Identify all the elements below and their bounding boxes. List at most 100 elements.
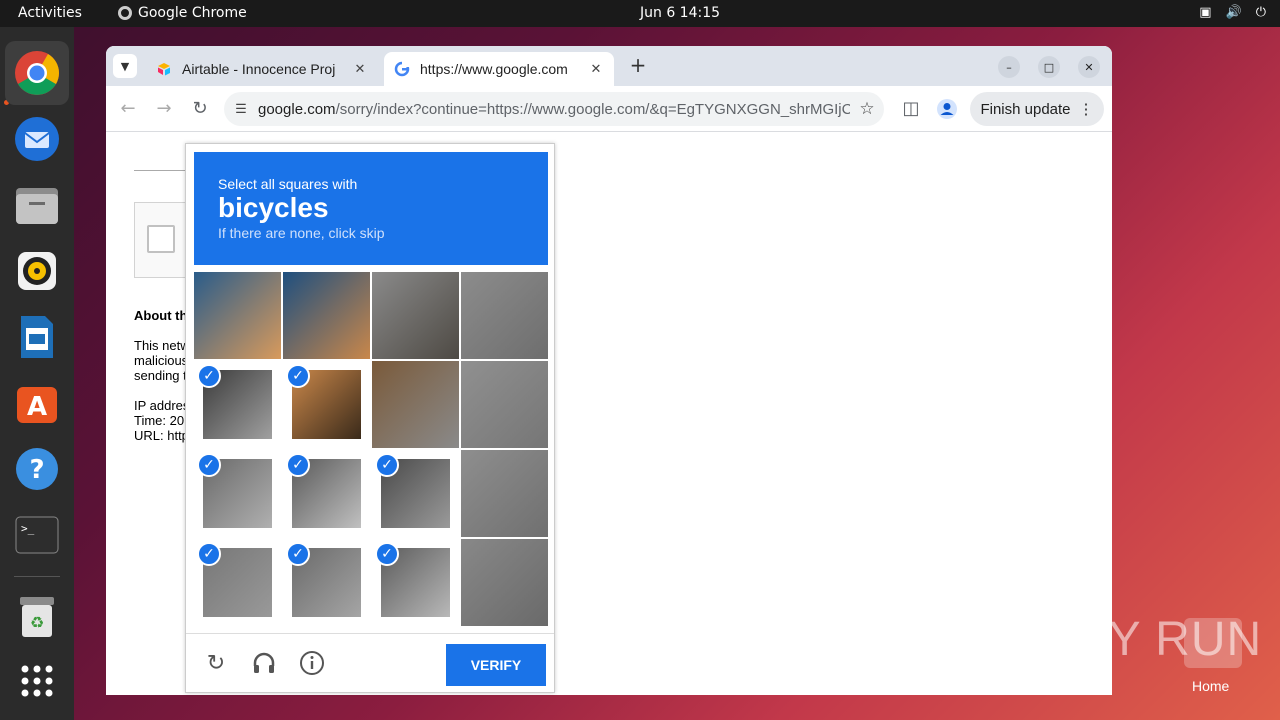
- captcha-grid: ✓ ✓ ✓ ✓ ✓ ✓ ✓ ✓: [194, 272, 548, 626]
- para-line: This netw: [134, 338, 186, 353]
- tile-image: [372, 361, 459, 448]
- maximize-button[interactable]: □: [1038, 56, 1060, 78]
- app-menu[interactable]: Google Chrome: [118, 5, 247, 21]
- svg-text:>_: >_: [21, 522, 35, 535]
- recaptcha-checkbox[interactable]: [147, 225, 175, 253]
- close-tab-icon[interactable]: ✕: [352, 61, 368, 77]
- thunderbird-icon[interactable]: [5, 107, 69, 171]
- airtable-favicon-icon: [158, 63, 170, 76]
- dock: A ? >_ ♻: [0, 27, 74, 720]
- captcha-tile[interactable]: ✓: [283, 539, 370, 626]
- close-window-button[interactable]: ✕: [1078, 56, 1100, 78]
- back-button[interactable]: ←: [117, 98, 139, 120]
- captcha-hint: If there are none, click skip: [218, 225, 385, 241]
- chrome-icon[interactable]: [5, 41, 69, 105]
- finish-update-button[interactable]: Finish update ⋮: [970, 92, 1104, 126]
- captcha-challenge: Select all squares with bicycles If ther…: [185, 143, 555, 693]
- profile-icon[interactable]: [936, 98, 958, 120]
- clock[interactable]: Jun 6 14:15: [640, 5, 720, 21]
- network-icon: ▣: [1199, 5, 1212, 20]
- url-text: google.com/sorry/index?continue=https://…: [258, 101, 850, 118]
- terminal-icon[interactable]: >_: [5, 503, 69, 567]
- tab-title: Airtable - Innocence Proj: [182, 61, 336, 77]
- captcha-tile[interactable]: [461, 361, 548, 448]
- verify-button[interactable]: VERIFY: [446, 644, 546, 686]
- google-favicon-icon: [394, 61, 410, 77]
- captcha-tile[interactable]: ✓: [194, 539, 281, 626]
- tab-search-button[interactable]: ▼: [113, 54, 137, 78]
- tab-google[interactable]: https://www.google.com ✕: [384, 52, 614, 86]
- tab-airtable[interactable]: Airtable - Innocence Proj ✕: [146, 52, 378, 86]
- para-line: sending t: [134, 368, 186, 383]
- close-tab-icon[interactable]: ✕: [588, 61, 604, 77]
- selected-check-icon: ✓: [375, 542, 399, 566]
- captcha-tile[interactable]: ✓: [194, 450, 281, 537]
- tile-image: [461, 539, 548, 626]
- new-tab-button[interactable]: +: [626, 54, 650, 78]
- help-icon[interactable]: ?: [5, 437, 69, 501]
- captcha-tile[interactable]: ✓: [283, 450, 370, 537]
- side-panel-icon[interactable]: ◫: [900, 98, 922, 120]
- reload-challenge-icon[interactable]: ↻: [202, 650, 230, 678]
- home-label: Home: [1192, 678, 1230, 694]
- selected-check-icon: ✓: [197, 542, 221, 566]
- para-line: IP addres: [134, 398, 186, 413]
- chrome-small-icon: [118, 6, 132, 20]
- top-bar: Activities Google Chrome Jun 6 14:15 ▣ 🔊…: [0, 0, 1280, 27]
- info-icon[interactable]: [298, 650, 326, 678]
- app-center-icon[interactable]: A: [5, 371, 69, 435]
- minimize-button[interactable]: –: [998, 56, 1020, 78]
- captcha-tile[interactable]: [372, 272, 459, 359]
- tab-strip: ▼ Airtable - Innocence Proj ✕ https://ww…: [106, 46, 1112, 86]
- rhythmbox-icon[interactable]: [5, 239, 69, 303]
- power-icon: ⏻: [1255, 5, 1266, 20]
- selected-check-icon: ✓: [286, 542, 310, 566]
- toolbar: ← → ↻ ☰ google.com/sorry/index?continue=…: [106, 86, 1112, 132]
- svg-text:A: A: [27, 392, 47, 422]
- captcha-tile[interactable]: ✓: [194, 361, 281, 448]
- site-info-icon[interactable]: ☰: [224, 101, 258, 117]
- audio-challenge-icon[interactable]: [250, 650, 278, 678]
- captcha-tile[interactable]: [283, 272, 370, 359]
- more-menu-icon: ⋮: [1078, 101, 1094, 118]
- captcha-tile[interactable]: ✓: [372, 450, 459, 537]
- trash-icon[interactable]: ♻: [5, 585, 69, 649]
- tile-image: [372, 272, 459, 359]
- captcha-tile[interactable]: [461, 450, 548, 537]
- about-heading: About th: [134, 308, 186, 323]
- dock-separator: [14, 576, 60, 577]
- para-line: Time: 20: [134, 413, 185, 428]
- captcha-header: Select all squares with bicycles If ther…: [194, 152, 548, 265]
- tile-image: [461, 450, 548, 537]
- tile-image: [461, 272, 548, 359]
- url-path: /sorry/index?continue=https://www.google…: [335, 100, 850, 118]
- captcha-tile[interactable]: [372, 361, 459, 448]
- captcha-target: bicycles: [218, 192, 329, 223]
- captcha-tile[interactable]: ✓: [283, 361, 370, 448]
- para-line: URL: http: [134, 428, 186, 443]
- volume-icon: 🔊: [1225, 5, 1242, 20]
- svg-text:?: ?: [29, 455, 44, 485]
- activities-button[interactable]: Activities: [18, 5, 82, 21]
- tab-title: https://www.google.com: [420, 61, 568, 77]
- system-tray[interactable]: ▣ 🔊 ⏻: [1199, 5, 1266, 20]
- selected-check-icon: ✓: [286, 364, 310, 388]
- forward-button[interactable]: →: [153, 98, 175, 120]
- tile-image: [283, 272, 370, 359]
- files-icon[interactable]: [5, 173, 69, 237]
- selected-check-icon: ✓: [197, 453, 221, 477]
- address-bar[interactable]: ☰ google.com/sorry/index?continue=https:…: [224, 92, 884, 126]
- captcha-tile[interactable]: ✓: [372, 539, 459, 626]
- apps-grid-icon[interactable]: [5, 649, 69, 713]
- bookmark-star-icon[interactable]: ☆: [850, 99, 884, 119]
- selected-check-icon: ✓: [197, 364, 221, 388]
- para-line: malicious: [134, 353, 186, 368]
- selected-check-icon: ✓: [286, 453, 310, 477]
- writer-icon[interactable]: [5, 305, 69, 369]
- captcha-footer: ↻ VERIFY: [186, 633, 554, 693]
- reload-button[interactable]: ↻: [189, 98, 211, 120]
- captcha-tile[interactable]: [461, 539, 548, 626]
- captcha-tile[interactable]: [461, 272, 548, 359]
- selected-check-icon: ✓: [375, 453, 399, 477]
- captcha-tile[interactable]: [194, 272, 281, 359]
